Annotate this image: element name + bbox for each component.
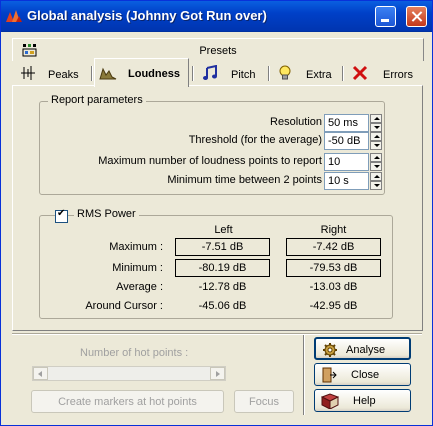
- left-column-header: Left: [214, 224, 233, 236]
- min-time-label: Minimum time between 2 points: [167, 174, 322, 186]
- tab-presets-label: Presets: [199, 45, 237, 57]
- tab-strip: Peaks Loudness Pitch Extra Errors: [12, 58, 422, 87]
- analyse-button[interactable]: Analyse: [314, 337, 411, 360]
- min-time-field[interactable]: 10 s: [324, 172, 369, 190]
- loudness-panel: Report parameters Resolution 50 ms Thres…: [12, 85, 423, 331]
- minimum-label: Minimum :: [112, 262, 163, 274]
- peaks-icon: [21, 66, 35, 80]
- tab-pitch[interactable]: Pitch: [196, 61, 264, 85]
- minimum-right-value: -79.53 dB: [286, 259, 381, 277]
- focus-button[interactable]: Focus: [234, 390, 294, 413]
- minimize-button[interactable]: [375, 6, 396, 27]
- create-markers-button[interactable]: Create markers at hot points: [31, 390, 224, 413]
- average-left-value: -12.78 dB: [198, 281, 247, 293]
- divider: [12, 333, 422, 335]
- average-right-value: -13.03 dB: [309, 281, 358, 293]
- x-icon: [352, 65, 368, 81]
- music-notes-icon: [203, 65, 217, 80]
- hot-points-label: Number of hot points :: [80, 347, 189, 359]
- close-window-button[interactable]: [406, 6, 427, 27]
- resolution-field[interactable]: 50 ms: [324, 114, 369, 132]
- threshold-label: Threshold (for the average): [188, 134, 322, 146]
- maximum-label: Maximum :: [109, 241, 163, 253]
- tab-pitch-label: Pitch: [231, 69, 256, 81]
- max-points-spinner[interactable]: [370, 153, 382, 171]
- slider-left-arrow-icon[interactable]: [33, 367, 48, 380]
- help-button[interactable]: Help: [314, 389, 411, 412]
- min-time-spinner[interactable]: [370, 172, 382, 190]
- analysis-window: Global analysis (Johnny Got Run over) Pr…: [0, 0, 433, 426]
- help-label: Help: [353, 395, 376, 407]
- tab-loudness-label: Loudness: [128, 68, 180, 80]
- report-parameters-group: Report parameters Resolution 50 ms Thres…: [39, 94, 385, 195]
- focus-label: Focus: [249, 396, 279, 408]
- resolution-spinner[interactable]: [370, 114, 382, 132]
- threshold-field[interactable]: -50 dB: [324, 132, 369, 150]
- tab-loudness[interactable]: Loudness: [94, 58, 189, 87]
- around-cursor-left-value: -45.06 dB: [198, 300, 247, 312]
- resolution-label: Resolution: [270, 116, 322, 128]
- vertical-divider: [303, 335, 305, 415]
- around-cursor-label: Around Cursor :: [85, 300, 163, 312]
- rms-power-title: RMS Power: [74, 208, 139, 220]
- tab-extra-label: Extra: [306, 69, 332, 81]
- average-label: Average :: [116, 281, 163, 293]
- analyse-label: Analyse: [346, 344, 386, 356]
- tab-presets[interactable]: Presets: [12, 38, 424, 61]
- rms-power-checkbox[interactable]: [55, 208, 68, 223]
- around-cursor-right-value: -42.95 dB: [309, 300, 358, 312]
- max-points-label: Maximum number of loudness points to rep…: [98, 155, 322, 167]
- maximum-right-value: -7.42 dB: [286, 238, 381, 256]
- exit-door-icon: [322, 367, 337, 383]
- title-bar[interactable]: Global analysis (Johnny Got Run over): [1, 1, 432, 32]
- create-markers-label: Create markers at hot points: [58, 396, 197, 408]
- gear-icon: [323, 343, 337, 357]
- report-parameters-title: Report parameters: [48, 94, 146, 106]
- right-column-header: Right: [320, 224, 347, 236]
- loudness-icon: [99, 67, 117, 80]
- tab-peaks-label: Peaks: [48, 69, 79, 81]
- close-button[interactable]: Close: [314, 363, 411, 386]
- tab-errors[interactable]: Errors: [346, 61, 420, 85]
- max-points-field[interactable]: 10: [324, 153, 369, 171]
- window-title: Global analysis (Johnny Got Run over): [27, 8, 267, 23]
- rms-power-group: RMS Power Left Right Maximum : -7.51 dB …: [39, 208, 393, 319]
- hot-points-slider[interactable]: [32, 366, 226, 381]
- app-icon: [6, 10, 22, 22]
- minimum-left-value: -80.19 dB: [175, 259, 270, 277]
- slider-right-arrow-icon[interactable]: [210, 367, 225, 380]
- lightbulb-icon: [279, 65, 291, 80]
- tab-extra[interactable]: Extra: [272, 61, 338, 85]
- tab-peaks[interactable]: Peaks: [16, 61, 88, 85]
- maximum-left-value: -7.51 dB: [175, 238, 270, 256]
- close-label: Close: [351, 369, 380, 381]
- help-book-icon: [321, 393, 339, 409]
- tab-errors-label: Errors: [383, 69, 413, 81]
- threshold-spinner[interactable]: [370, 132, 382, 150]
